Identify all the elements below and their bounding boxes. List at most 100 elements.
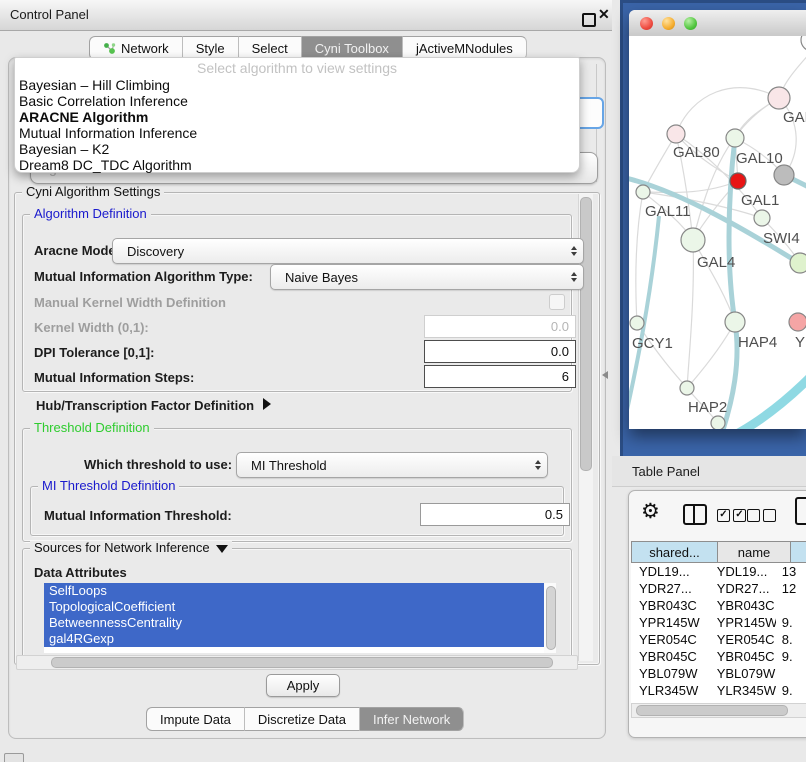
close-traffic-light-icon[interactable]	[640, 17, 653, 30]
network-node-gal4[interactable]	[681, 228, 705, 252]
table-panel-titlebar: Table Panel	[612, 456, 806, 487]
manual-kernel-checkbox[interactable]	[549, 294, 565, 310]
table-cell: YER054C	[631, 631, 709, 648]
table-row[interactable]: YBR045CYBR045C9.	[631, 648, 806, 665]
table-row[interactable]: YER054CYER054C8.	[631, 631, 806, 648]
table-cell: 8.	[776, 631, 806, 648]
gear-icon[interactable]: ⚙	[641, 499, 660, 524]
top-tab-bar: NetworkStyleSelectCyni ToolboxjActiveMNo…	[89, 36, 527, 58]
dropdown-item-mutual-information-inference[interactable]: Mutual Information Inference	[19, 125, 575, 141]
network-node-swi4[interactable]	[790, 253, 806, 273]
network-node[interactable]	[711, 416, 725, 429]
node-label: GAL	[783, 109, 806, 126]
table-hscrollbar-track[interactable]	[631, 703, 806, 718]
network-canvas[interactable]: GALGAL80GAL10GAL1GAL11SWI4GAL4GCY1HAP4YH…	[629, 36, 806, 429]
tab-infer-network[interactable]: Infer Network	[360, 707, 464, 731]
data-attributes-label: Data Attributes	[34, 565, 127, 580]
network-edge[interactable]	[729, 138, 735, 322]
sources-title-row[interactable]: Sources for Network Inference	[30, 541, 232, 555]
settings-hscrollbar-thumb[interactable]	[51, 657, 553, 668]
dropdown-item-bayesian-k2[interactable]: Bayesian – K2	[19, 141, 575, 157]
hub-definition-toggle[interactable]: Hub/Transcription Factor Definition	[36, 398, 271, 413]
network-node-hap4[interactable]	[725, 312, 745, 332]
column-header-clipped[interactable]	[791, 541, 806, 563]
kernel-width-field[interactable]: 0.0	[424, 315, 576, 338]
tab-discretize-data[interactable]: Discretize Data	[245, 707, 360, 731]
attribute-item-gal4rgexp[interactable]: gal4RGexp	[44, 631, 544, 647]
dropdown-item-dream8-dc-tdc-algorithm[interactable]: Dream8 DC_TDC Algorithm	[19, 157, 575, 173]
unchecked-pair-icon[interactable]	[747, 509, 776, 522]
algorithm-dropdown: Select algorithm to view settings Bayesi…	[14, 57, 580, 173]
table-row[interactable]: YBL079WYBL079W	[631, 665, 806, 682]
dpi-tolerance-field[interactable]: 0.0	[424, 340, 576, 363]
minimized-panel-icon[interactable]	[4, 753, 24, 762]
table-row[interactable]: YBR043CYBR043C	[631, 597, 806, 614]
document-icon[interactable]	[795, 497, 806, 525]
network-node-gal[interactable]	[768, 87, 790, 109]
network-edge[interactable]	[637, 323, 687, 388]
network-edge[interactable]	[636, 192, 643, 323]
aracne-mode-combo[interactable]: Discovery	[112, 238, 584, 264]
mi-steps-field[interactable]: 6	[424, 365, 576, 388]
table-row[interactable]: YLR345WYLR345W9.	[631, 682, 806, 699]
which-threshold-combo[interactable]: MI Threshold	[236, 452, 548, 478]
tab-label: Infer Network	[373, 712, 450, 727]
dropdown-item-basic-correlation-inference[interactable]: Basic Correlation Inference	[19, 93, 575, 109]
algorithm-definition-title: Algorithm Definition	[30, 207, 151, 221]
expand-right-icon[interactable]	[263, 398, 271, 410]
table-row[interactable]: YPR145WYPR145W9.	[631, 614, 806, 631]
zoom-traffic-light-icon[interactable]	[684, 17, 697, 30]
splitter-collapse-icon[interactable]	[602, 371, 608, 379]
network-icon	[103, 42, 116, 55]
minimize-traffic-light-icon[interactable]	[662, 17, 675, 30]
dropdown-item-bayesian-hill-climbing[interactable]: Bayesian – Hill Climbing	[19, 77, 575, 93]
attribute-item-betweennesscentrality[interactable]: BetweennessCentrality	[44, 615, 544, 631]
network-node-gal10[interactable]	[726, 129, 744, 147]
network-node[interactable]	[774, 165, 794, 185]
bottom-tab-bar: Impute DataDiscretize Data Infer Network	[146, 707, 464, 729]
network-node-gcy1[interactable]	[630, 316, 644, 330]
tab-label: jActiveMNodules	[416, 41, 513, 56]
mi-threshold-field[interactable]: 0.5	[420, 503, 570, 526]
table-hscrollbar-thumb[interactable]	[636, 705, 788, 716]
apply-button[interactable]: Apply	[266, 674, 340, 697]
table-cell: 13	[776, 563, 806, 580]
sources-title: Sources for Network Inference	[34, 540, 210, 555]
network-node-y[interactable]	[789, 313, 806, 331]
column-header-name[interactable]: name	[718, 541, 791, 563]
network-edge[interactable]	[676, 88, 779, 134]
table-row[interactable]: YDL19...YDL19...13	[631, 563, 806, 580]
network-node-gal11[interactable]	[636, 185, 650, 199]
network-node[interactable]	[801, 36, 806, 51]
tab-impute-data[interactable]: Impute Data	[146, 707, 245, 731]
float-window-icon[interactable]	[582, 13, 596, 27]
dropdown-item-aracne-algorithm[interactable]: ARACNE Algorithm	[19, 109, 575, 125]
checked-pair-icon[interactable]: ✓✓	[717, 509, 746, 522]
network-edge[interactable]	[687, 240, 693, 388]
close-icon[interactable]: ✕	[598, 6, 610, 23]
network-edge[interactable]	[687, 322, 735, 388]
network-node[interactable]	[730, 173, 746, 189]
tab-label: Cyni Toolbox	[315, 41, 389, 56]
split-view-icon[interactable]	[683, 504, 707, 525]
table-cell: YBR045C	[631, 648, 709, 665]
network-node-hap2[interactable]	[680, 381, 694, 395]
network-edge[interactable]	[733, 362, 806, 429]
table-cell: YBR043C	[709, 597, 776, 614]
table-cell	[776, 665, 806, 682]
attributes-scrollbar-track[interactable]	[544, 583, 556, 653]
mi-algorithm-type-combo[interactable]: Naive Bayes	[270, 264, 584, 290]
network-window-titlebar[interactable]	[629, 10, 806, 37]
settings-hscrollbar-track[interactable]	[16, 655, 578, 670]
table-row[interactable]: YDR27...YDR27...12	[631, 580, 806, 597]
attributes-scrollbar-thumb[interactable]	[546, 586, 556, 650]
attribute-item-topologicalcoefficient[interactable]: TopologicalCoefficient	[44, 599, 544, 615]
mi-algorithm-type-value: Naive Bayes	[285, 270, 358, 285]
network-node-gal80[interactable]	[667, 125, 685, 143]
collapse-down-icon[interactable]	[216, 545, 228, 553]
column-header-shared[interactable]: shared...	[631, 541, 718, 563]
attribute-item-selfloops[interactable]: SelfLoops	[44, 583, 544, 599]
network-node-gal1[interactable]	[754, 210, 770, 226]
table-cell: YDL19...	[631, 563, 709, 580]
kernel-width-label: Kernel Width (0,1):	[34, 320, 149, 335]
